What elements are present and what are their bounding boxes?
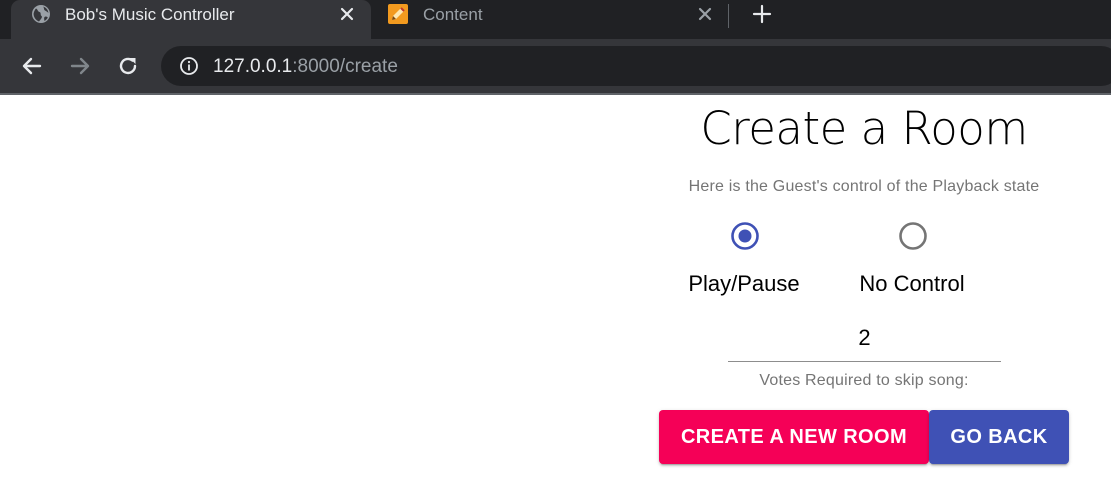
- go-back-button[interactable]: GO BACK: [929, 410, 1069, 464]
- browser-toolbar: 127.0.0.1:8000/create: [0, 39, 1111, 93]
- tab-strip: Bob's Music Controller Content: [0, 0, 1111, 39]
- guest-control-helper-text: Here is the Guest's control of the Playb…: [688, 178, 1040, 195]
- reload-icon[interactable]: [116, 54, 140, 78]
- page-title: Create a Room: [700, 102, 1028, 155]
- tab-separator: [728, 4, 729, 28]
- page-content: Create a Room Here is the Guest's contro…: [0, 95, 1111, 499]
- votes-helper-text: Votes Required to skip song:: [759, 372, 969, 389]
- close-tab-icon[interactable]: [337, 4, 357, 24]
- votes-input-underline: [728, 361, 1001, 362]
- radio-no-control[interactable]: [897, 220, 929, 252]
- tab-bobs-music-controller[interactable]: Bob's Music Controller: [11, 0, 371, 39]
- tab-content[interactable]: Content: [375, 0, 727, 39]
- votes-input[interactable]: 2: [728, 324, 1001, 352]
- close-tab-icon[interactable]: [695, 4, 715, 24]
- radio-label-no-control[interactable]: No Control: [827, 270, 997, 298]
- tab-title: Content: [423, 5, 483, 24]
- pencil-icon: [388, 4, 408, 24]
- globe-icon: [32, 5, 50, 23]
- new-tab-icon[interactable]: [750, 2, 774, 26]
- back-arrow-icon[interactable]: [20, 54, 44, 78]
- radio-play-pause[interactable]: [729, 220, 761, 252]
- tab-title: Bob's Music Controller: [65, 5, 235, 24]
- url-host: 127.0.0.1: [213, 56, 293, 77]
- url-text: 127.0.0.1:8000/create: [213, 56, 398, 78]
- address-bar[interactable]: 127.0.0.1:8000/create: [161, 46, 1111, 86]
- forward-arrow-icon[interactable]: [68, 54, 92, 78]
- url-path: :8000/create: [292, 56, 398, 77]
- radio-label-play-pause[interactable]: Play/Pause: [659, 270, 829, 298]
- create-room-button[interactable]: CREATE A NEW ROOM: [659, 410, 929, 464]
- info-icon[interactable]: [179, 56, 199, 76]
